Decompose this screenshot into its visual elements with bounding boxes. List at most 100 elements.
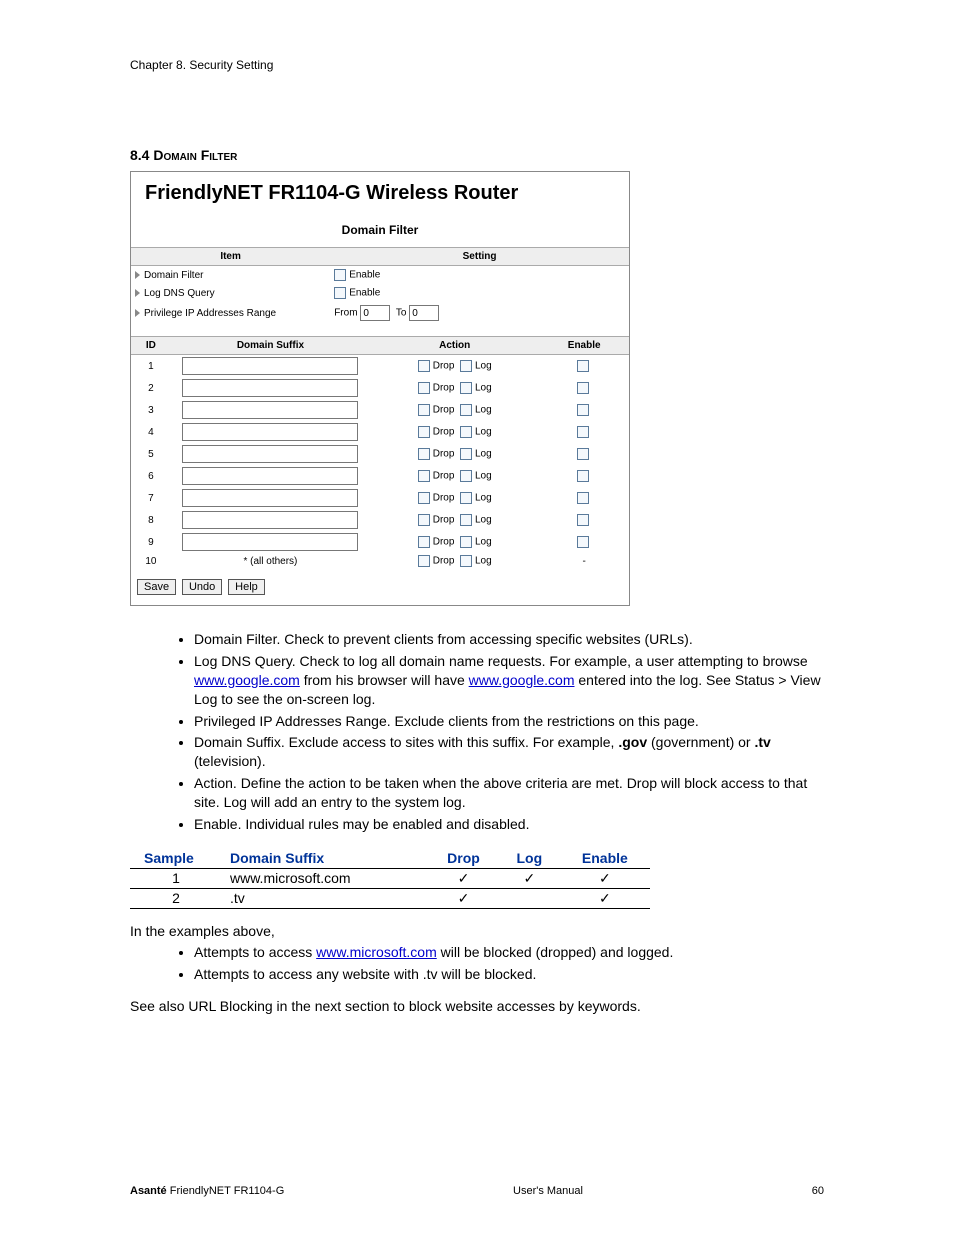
log-checkbox[interactable]: [460, 404, 472, 416]
to-input[interactable]: [409, 305, 439, 321]
filter-row-action: Drop Log: [370, 465, 539, 487]
filter-row-suffix-static: * (all others): [171, 553, 370, 569]
opt-enable: Enable: [349, 288, 380, 299]
enable-checkbox[interactable]: [577, 404, 589, 416]
log-checkbox[interactable]: [460, 448, 472, 460]
sample-header-sample: Sample: [130, 848, 222, 869]
enable-checkbox[interactable]: [577, 360, 589, 372]
help-button[interactable]: Help: [228, 579, 265, 595]
filter-row-action: Drop Log: [370, 355, 539, 378]
log-label: Log: [475, 449, 492, 460]
arrow-icon: [135, 289, 140, 297]
sample-header-log: Log: [499, 848, 560, 869]
arrow-icon: [135, 271, 140, 279]
enable-checkbox[interactable]: [577, 514, 589, 526]
drop-label: Drop: [433, 471, 455, 482]
enable-checkbox[interactable]: [577, 492, 589, 504]
domain-suffix-input[interactable]: [182, 489, 358, 507]
from-input[interactable]: [360, 305, 390, 321]
filter-row-action: Drop Log: [370, 509, 539, 531]
drop-checkbox[interactable]: [418, 382, 430, 394]
domain-suffix-input[interactable]: [182, 445, 358, 463]
drop-checkbox[interactable]: [418, 360, 430, 372]
filter-row-id: 10: [131, 553, 171, 569]
checkbox-log-dns-enable[interactable]: [334, 287, 346, 299]
filter-row-action: Drop Log: [370, 443, 539, 465]
description-list: Domain Filter. Check to prevent clients …: [130, 630, 824, 834]
filter-table: ID Domain Suffix Action Enable 1Drop Log…: [131, 336, 629, 569]
enable-checkbox[interactable]: [577, 426, 589, 438]
log-checkbox[interactable]: [460, 492, 472, 504]
drop-checkbox[interactable]: [418, 492, 430, 504]
list-item: Attempts to access www.microsoft.com wil…: [194, 943, 824, 962]
link[interactable]: www.google.com: [194, 672, 300, 688]
chapter-header: Chapter 8. Security Setting: [130, 58, 824, 72]
log-label: Log: [475, 471, 492, 482]
examples-list: Attempts to access www.microsoft.com wil…: [130, 943, 824, 984]
router-screenshot: FriendlyNET FR1104-G Wireless Router Dom…: [130, 171, 630, 606]
examples-intro: In the examples above,: [130, 923, 824, 939]
link[interactable]: www.google.com: [469, 672, 575, 688]
bold-text: .tv: [754, 734, 770, 750]
log-label: Log: [475, 515, 492, 526]
sample-cell: ✓: [499, 868, 560, 888]
log-checkbox[interactable]: [460, 470, 472, 482]
log-checkbox[interactable]: [460, 555, 472, 567]
filter-row-id: 7: [131, 487, 171, 509]
link[interactable]: www.microsoft.com: [316, 944, 437, 960]
log-checkbox[interactable]: [460, 382, 472, 394]
log-label: Log: [475, 405, 492, 416]
drop-checkbox[interactable]: [418, 514, 430, 526]
closing-text: See also URL Blocking in the next sectio…: [130, 998, 824, 1014]
enable-checkbox[interactable]: [577, 536, 589, 548]
enable-checkbox[interactable]: [577, 470, 589, 482]
save-button[interactable]: Save: [137, 579, 176, 595]
header-suffix: Domain Suffix: [171, 337, 370, 355]
router-buttons: Save Undo Help: [131, 569, 629, 605]
page-footer: Asanté FriendlyNET FR1104-G User's Manua…: [130, 1185, 824, 1197]
log-checkbox[interactable]: [460, 426, 472, 438]
domain-suffix-input[interactable]: [182, 423, 358, 441]
bold-text: .gov: [618, 734, 647, 750]
sample-cell: 1: [130, 868, 222, 888]
list-item: Privileged IP Addresses Range. Exclude c…: [194, 712, 824, 731]
filter-row-action: Drop Log: [370, 377, 539, 399]
filter-row-id: 5: [131, 443, 171, 465]
domain-suffix-input[interactable]: [182, 511, 358, 529]
drop-checkbox[interactable]: [418, 426, 430, 438]
panel-title: Domain Filter: [131, 223, 629, 237]
enable-checkbox[interactable]: [577, 448, 589, 460]
checkbox-domain-filter-enable[interactable]: [334, 269, 346, 281]
sample-header-drop: Drop: [428, 848, 499, 869]
sample-table: Sample Domain Suffix Drop Log Enable 1ww…: [130, 848, 650, 909]
from-label: From: [334, 308, 357, 319]
section-heading: 8.4 Domain Filter: [130, 147, 824, 163]
domain-suffix-input[interactable]: [182, 533, 358, 551]
list-item: Domain Suffix. Exclude access to sites w…: [194, 733, 824, 771]
drop-checkbox[interactable]: [418, 470, 430, 482]
drop-checkbox[interactable]: [418, 404, 430, 416]
filter-row-action: Drop Log: [370, 421, 539, 443]
filter-row-id: 2: [131, 377, 171, 399]
router-product-title: FriendlyNET FR1104-G Wireless Router: [131, 172, 629, 223]
drop-checkbox[interactable]: [418, 555, 430, 567]
sample-cell: ✓: [560, 888, 650, 908]
log-checkbox[interactable]: [460, 360, 472, 372]
log-label: Log: [475, 556, 492, 567]
drop-label: Drop: [433, 383, 455, 394]
filter-row-id: 3: [131, 399, 171, 421]
log-checkbox[interactable]: [460, 514, 472, 526]
enable-checkbox[interactable]: [577, 382, 589, 394]
log-checkbox[interactable]: [460, 536, 472, 548]
drop-checkbox[interactable]: [418, 448, 430, 460]
domain-suffix-input[interactable]: [182, 357, 358, 375]
sample-cell: ✓: [560, 868, 650, 888]
header-action: Action: [370, 337, 539, 355]
domain-suffix-input[interactable]: [182, 379, 358, 397]
drop-checkbox[interactable]: [418, 536, 430, 548]
domain-suffix-input[interactable]: [182, 401, 358, 419]
log-label: Log: [475, 361, 492, 372]
undo-button[interactable]: Undo: [182, 579, 222, 595]
sample-cell: 2: [130, 888, 222, 908]
domain-suffix-input[interactable]: [182, 467, 358, 485]
